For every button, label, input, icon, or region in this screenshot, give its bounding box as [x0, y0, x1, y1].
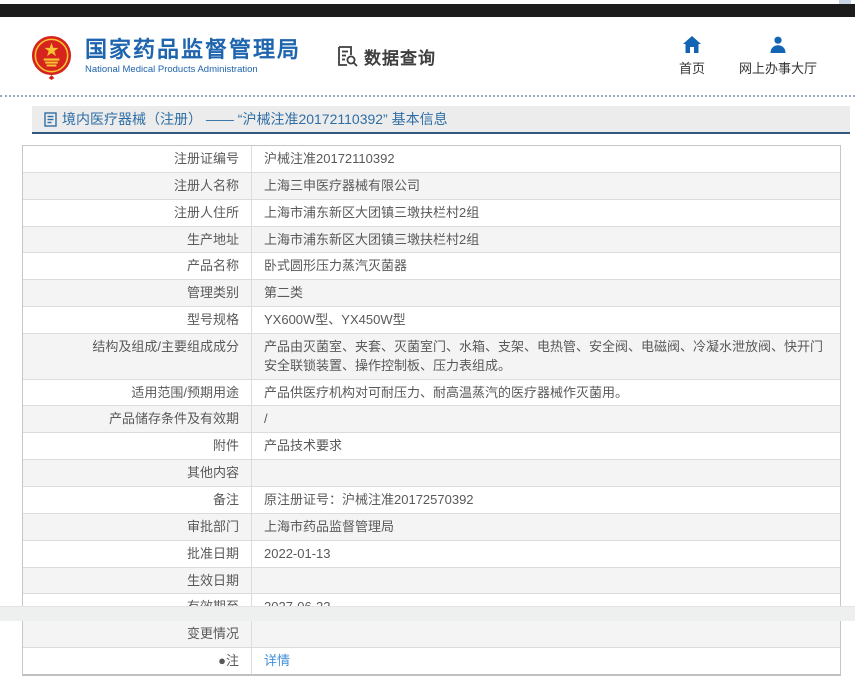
- agency-title-block: 国家药品监督管理局 National Medical Products Admi…: [85, 37, 301, 75]
- info-table: 注册证编号 沪械注准20172110392 注册人名称 上海三申医疗器械有限公司 注册人…: [22, 145, 841, 676]
- table-row: 注册人住所 上海市浦东新区大团镇三墩扶栏村2组: [23, 199, 840, 227]
- table-row: 备注 原注册证号：沪械注准20172570392: [23, 486, 840, 514]
- browser-corner-chip: [839, 0, 851, 4]
- table-row: 适用范围/预期用途 产品供医疗机构对可耐压力、耐高温蒸汽的医疗器械作灭菌用。: [23, 379, 840, 407]
- top-black-bar: [0, 4, 855, 17]
- national-emblem-logo: [31, 35, 72, 80]
- nav-label-service-hall: 网上办事大厅: [738, 60, 817, 76]
- nav-item-service-hall[interactable]: 网上办事大厅: [739, 36, 817, 77]
- row-label: 变更情况: [186, 626, 239, 642]
- row-label: 产品名称: [186, 258, 239, 274]
- row-value: 上海市浦东新区大团镇三墩扶栏村2组: [251, 199, 840, 226]
- table-row: 注册人名称 上海三申医疗器械有限公司: [23, 172, 840, 200]
- row-value: 沪械注准20172110392: [251, 146, 840, 172]
- nav-item-home[interactable]: 首页: [678, 35, 705, 77]
- table-row: 结构及组成/主要组成成分 产品由灭菌室、夹套、灭菌室门、水箱、支架、电热管、安全阀…: [23, 333, 840, 380]
- row-value: 原注册证号：沪械注准20172570392: [251, 486, 840, 513]
- row-value: 产品供医疗机构对可耐压力、耐高温蒸汽的医疗器械作灭菌用。: [251, 379, 840, 406]
- row-value: /: [251, 406, 840, 433]
- footer-strip: [0, 606, 855, 621]
- data-query-label: 数据查询: [364, 48, 437, 68]
- row-label: ●注: [218, 653, 239, 669]
- row-label: 管理类别: [186, 285, 239, 301]
- table-row: 审批部门 上海市药品监督管理局: [23, 513, 840, 541]
- data-query-section[interactable]: 数据查询: [335, 44, 436, 69]
- row-label: 注册证编号: [173, 151, 239, 166]
- row-label: 注册人住所: [173, 204, 239, 220]
- breadcrumb: 境内医疗器械（注册） —— “沪械注准20172110392” 基本信息: [32, 106, 850, 134]
- row-label: 附件: [212, 438, 239, 454]
- table-row: 生效日期: [23, 567, 840, 595]
- table-row: 批准日期 2022-01-13: [23, 540, 840, 568]
- row-value: 卧式圆形压力蒸汽灭菌器: [251, 253, 840, 280]
- row-value: 上海三申医疗器械有限公司: [251, 172, 840, 199]
- table-row: 其他内容: [23, 460, 840, 487]
- table-row: 产品名称 卧式圆形压力蒸汽灭菌器: [23, 253, 840, 281]
- row-label: 生产地址: [186, 231, 239, 247]
- browser-chrome-remnant: [0, 0, 855, 4]
- row-label: 型号规格: [186, 312, 239, 328]
- row-label: 注册人名称: [173, 177, 239, 193]
- site-header: 国家药品监督管理局 National Medical Products Admi…: [0, 17, 855, 95]
- row-label: 结构及组成/主要组成成分: [92, 338, 239, 354]
- row-value: YX600W型、YX450W型: [251, 307, 840, 333]
- document-icon: [44, 111, 57, 127]
- row-value: 上海市浦东新区大团镇三墩扶栏村2组: [251, 226, 840, 253]
- row-label: 生效日期: [186, 572, 239, 588]
- table-row: 型号规格 YX600W型、YX450W型: [23, 307, 840, 334]
- row-value: 上海市药品监督管理局: [251, 513, 840, 540]
- row-label: 产品储存条件及有效期: [108, 411, 239, 427]
- row-value: 第二类: [251, 280, 840, 307]
- row-value: [251, 567, 840, 594]
- document-search-icon: [338, 46, 358, 67]
- row-value: [251, 621, 840, 648]
- dotted-separator: [0, 95, 855, 97]
- detail-link[interactable]: 详情: [264, 653, 290, 668]
- row-value: 产品技术要求: [251, 433, 840, 460]
- table-row: 管理类别 第二类: [23, 280, 840, 308]
- row-value: 详情: [251, 648, 840, 674]
- breadcrumb-text: 境内医疗器械（注册） —— “沪械注准20172110392” 基本信息: [62, 111, 448, 127]
- table-row: 生产地址 上海市浦东新区大团镇三墩扶栏村2组: [23, 226, 840, 254]
- table-row: 注册证编号 沪械注准20172110392: [23, 146, 840, 173]
- home-icon: [682, 35, 701, 53]
- table-row: 产品储存条件及有效期 /: [23, 406, 840, 434]
- row-label: 其他内容: [186, 465, 239, 481]
- header-nav: 首页 网上办事大厅: [678, 35, 831, 77]
- row-value: 2022-01-13: [251, 540, 840, 567]
- table-row: 变更情况: [23, 621, 840, 649]
- row-label: 审批部门: [186, 518, 239, 534]
- table-row: 附件 产品技术要求: [23, 433, 840, 461]
- row-label: 批准日期: [186, 545, 239, 561]
- user-icon: [770, 36, 786, 53]
- nav-label-home: 首页: [678, 60, 705, 76]
- row-label: 适用范围/预期用途: [131, 384, 239, 400]
- row-value: [251, 460, 840, 486]
- row-value: 产品由灭菌室、夹套、灭菌室门、水箱、支架、电热管、安全阀、电磁阀、冷凝水泄放阀、…: [251, 333, 840, 379]
- agency-name-en: National Medical Products Administration: [85, 64, 258, 76]
- agency-name-cn: 国家药品监督管理局: [85, 36, 302, 62]
- table-row: ●注 详情: [23, 648, 840, 674]
- row-label: 备注: [212, 491, 239, 507]
